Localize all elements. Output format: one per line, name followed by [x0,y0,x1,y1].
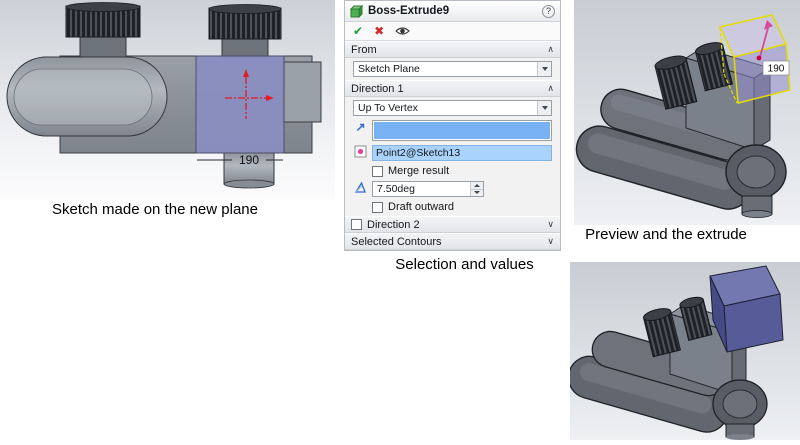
eye-icon [395,27,410,35]
direction2-label: Direction 2 [367,218,420,231]
chevron-up-icon: ∧ [547,83,554,93]
sketch-viewport[interactable]: 190 [0,0,335,200]
draft-outward-label: Draft outward [388,201,455,213]
ok-button[interactable]: ✔ [353,24,363,38]
preview-eye-button[interactable] [395,26,410,36]
draft-outward-checkbox[interactable] [372,201,383,213]
active-selection-bar [374,122,550,139]
vertex-icon [353,145,368,161]
draft-angle-value[interactable]: 7.50deg [373,182,470,196]
section-header-from[interactable]: From ∧ [345,41,560,58]
from-plane-value: Sketch Plane [358,63,420,75]
chevron-down-icon: ∨ [547,236,554,246]
direction-selection-listbox[interactable] [372,120,552,141]
dropdown-arrow-icon[interactable] [537,101,551,115]
chevron-down-icon: ∨ [547,219,554,229]
sketch-dimension[interactable]: 190 [239,153,259,167]
direction2-checkbox[interactable] [351,219,362,230]
section-header-direction1[interactable]: Direction 1 ∧ [345,80,560,97]
panel-header: Boss-Extrude9 ? [345,1,560,22]
result-model-view [567,262,800,440]
panel-toolbar: ✔ ✖ [345,22,560,41]
result-viewport[interactable] [567,262,800,440]
caption-preview: Preview and the extrude [585,226,747,243]
vertex-selection-field[interactable]: Point2@Sketch13 [372,145,552,161]
help-icon[interactable]: ? [542,4,555,18]
target-vertex-point[interactable] [756,55,762,61]
spinner-down-icon[interactable] [471,189,483,196]
spinner-buttons [470,182,483,196]
merge-result-row: Merge result [372,165,552,177]
from-label: From [351,43,377,56]
extruded-boss[interactable] [709,265,784,353]
sketch-model-view: 190 [0,0,335,200]
sketch-face[interactable] [195,55,285,154]
selected-contours-label: Selected Contours [351,235,442,248]
spinner-up-icon[interactable] [471,182,483,190]
extrude-direction-icon: ↗ [355,120,366,134]
preview-model-view: 190 [574,0,800,225]
chevron-up-icon: ∧ [547,44,554,54]
draft-angle-spinner[interactable]: 7.50deg [372,181,484,197]
direction1-label: Direction 1 [351,82,404,95]
section-header-direction2[interactable]: Direction 2 ∨ [345,216,560,233]
section-body-direction1: Up To Vertex ↗ Point2@Sketch13 Merge res… [345,97,560,216]
knurled-shaft-left [79,35,127,58]
merge-result-checkbox[interactable] [372,165,383,177]
merge-result-label: Merge result [388,165,450,177]
draft-angle-icon [353,181,368,197]
preview-dimension[interactable]: 190 [768,64,785,75]
draft-outward-row: Draft outward [372,201,552,213]
panel-title: Boss-Extrude9 [368,5,450,17]
caption-sketch: Sketch made on the new plane [52,201,258,218]
caption-panel: Selection and values [395,256,534,273]
from-plane-dropdown[interactable]: Sketch Plane [353,61,552,77]
section-header-selected-contours[interactable]: Selected Contours ∨ [345,233,560,250]
property-manager-panel: Boss-Extrude9 ? ✔ ✖ From ∧ Sketch Plane … [344,0,561,251]
end-condition-dropdown[interactable]: Up To Vertex [353,100,552,116]
knurled-shaft-right [221,37,269,58]
end-condition-value: Up To Vertex [358,102,418,114]
dropdown-arrow-icon[interactable] [537,62,551,76]
boss-extrude-icon [350,4,363,18]
cancel-button[interactable]: ✖ [374,24,384,38]
section-body-from: Sketch Plane [345,58,560,80]
preview-viewport[interactable]: 190 [574,0,800,225]
